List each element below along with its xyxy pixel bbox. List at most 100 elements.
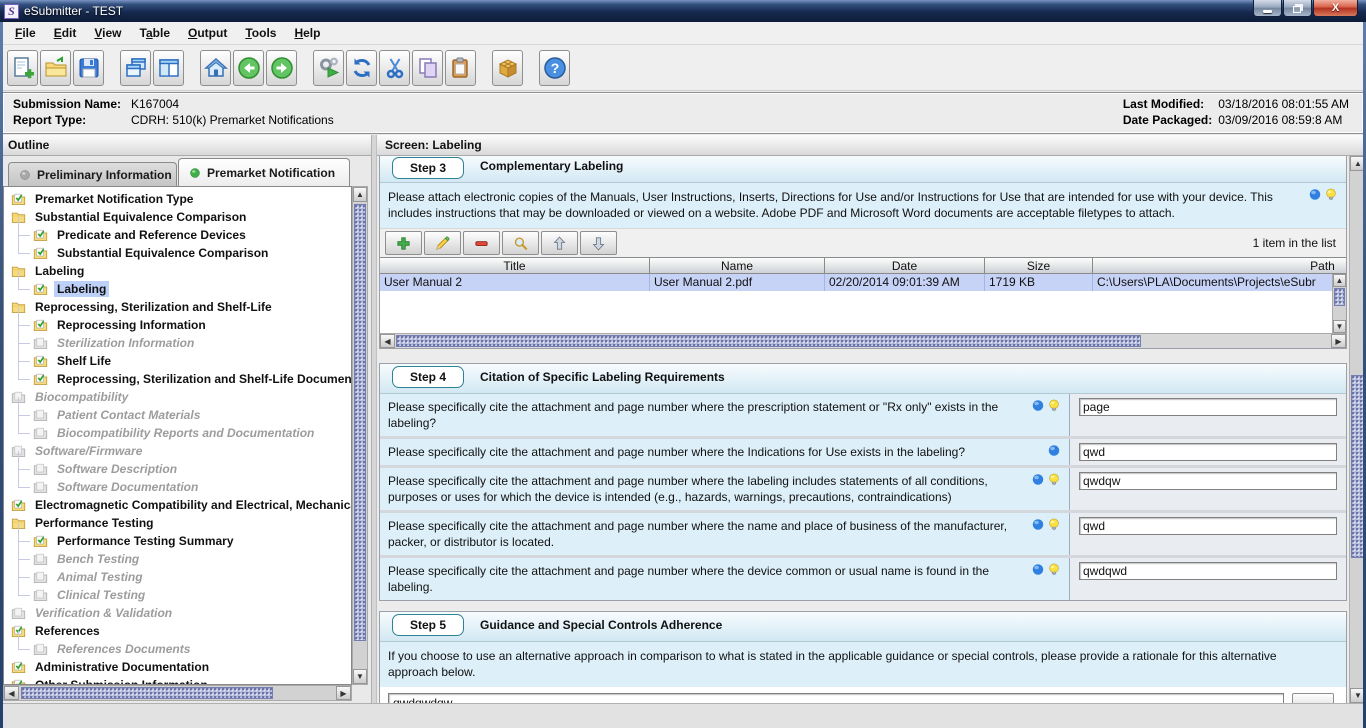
open-folder-button[interactable]	[40, 50, 71, 86]
tree-item[interactable]: Reprocessing, Sterilization and Shelf-Li…	[4, 298, 351, 316]
remove-button[interactable]	[463, 231, 500, 255]
folder-check-icon	[10, 192, 27, 207]
citation-input[interactable]	[1079, 562, 1337, 580]
column-header[interactable]: Date	[825, 258, 985, 273]
column-header[interactable]: Path	[1093, 258, 1346, 273]
citation-input[interactable]	[1079, 517, 1337, 535]
package-button[interactable]	[492, 50, 523, 86]
cascade-windows-button[interactable]	[120, 50, 151, 86]
move-up-button[interactable]	[541, 231, 578, 255]
tree-item[interactable]: Labeling	[4, 262, 351, 280]
move-down-button[interactable]	[580, 231, 617, 255]
step4-title: Citation of Specific Labeling Requiremen…	[480, 370, 725, 384]
table-horizontal-scrollbar[interactable]: ◀ ▶	[380, 333, 1346, 348]
tree-item[interactable]: Electromagnetic Compatibility and Electr…	[4, 496, 351, 514]
outline-tabs: Preliminary Information Premarket Notifi…	[0, 156, 371, 186]
menu-item-output[interactable]: Output	[179, 23, 236, 43]
copy-button[interactable]	[412, 50, 443, 86]
citation-input[interactable]	[1079, 443, 1337, 461]
close-button[interactable]: X	[1313, 0, 1358, 17]
scroll-thumb[interactable]	[21, 687, 273, 699]
tree-item[interactable]: Software Description	[4, 460, 351, 478]
table-header-row: TitleNameDateSizePath	[380, 257, 1346, 274]
tree-item[interactable]: Labeling	[4, 280, 351, 298]
esubmitter-window: S eSubmitter - TEST X FileEditViewTableO…	[0, 0, 1366, 728]
scroll-left-button[interactable]: ◀	[380, 334, 395, 348]
tree-item[interactable]: Reprocessing Information	[4, 316, 351, 334]
cut-button[interactable]	[379, 50, 410, 86]
tree-item[interactable]: Sterilization Information	[4, 334, 351, 352]
scroll-right-button[interactable]: ▶	[1331, 334, 1346, 348]
tree-item[interactable]: Performance Testing	[4, 514, 351, 532]
outline-horizontal-scrollbar[interactable]: ◀ ▶	[3, 685, 352, 701]
tree-item[interactable]: Bench Testing	[4, 550, 351, 568]
tree-item[interactable]: Clinical Testing	[4, 586, 351, 604]
scroll-left-button[interactable]: ◀	[4, 686, 19, 700]
column-header[interactable]: Name	[650, 258, 825, 273]
restore-button[interactable]	[1283, 0, 1312, 17]
tree-item[interactable]: Administrative Documentation	[4, 658, 351, 676]
back-button[interactable]	[233, 50, 264, 86]
save-button[interactable]	[73, 50, 104, 86]
scroll-thumb[interactable]	[396, 335, 1141, 347]
menu-item-view[interactable]: View	[85, 23, 130, 43]
minimize-button[interactable]	[1253, 0, 1282, 17]
tree-item[interactable]: References	[4, 622, 351, 640]
run-button[interactable]	[313, 50, 344, 86]
edit-button[interactable]	[424, 231, 461, 255]
scroll-down-button[interactable]: ▼	[353, 669, 367, 684]
menu-item-edit[interactable]: Edit	[45, 23, 86, 43]
tree-item[interactable]: Substantial Equivalence Comparison	[4, 208, 351, 226]
menu-item-table[interactable]: Table	[131, 23, 179, 43]
outline-vertical-scrollbar[interactable]: ▲ ▼	[352, 186, 368, 685]
expand-button[interactable]	[1292, 693, 1334, 703]
table-row[interactable]: User Manual 2User Manual 2.pdf02/20/2014…	[380, 274, 1346, 291]
tree-item[interactable]: Software Documentation	[4, 478, 351, 496]
tab-preliminary-information[interactable]: Preliminary Information	[8, 162, 177, 186]
home-button[interactable]	[200, 50, 231, 86]
scroll-thumb[interactable]	[1334, 288, 1345, 306]
column-header[interactable]: Size	[985, 258, 1093, 273]
tree-item[interactable]: Other Submission Information	[4, 676, 351, 685]
tab-premarket-notification[interactable]: Premarket Notification	[178, 158, 350, 186]
tree-item[interactable]: Software/Firmware	[4, 442, 351, 460]
menu-item-file[interactable]: File	[6, 23, 45, 43]
add-icon	[395, 235, 412, 252]
rationale-textarea[interactable]: qwdqwdqw	[388, 693, 1284, 703]
tree-item[interactable]: Shelf Life	[4, 352, 351, 370]
step5-description: If you choose to use an alternative appr…	[380, 642, 1346, 687]
tree-item[interactable]: Biocompatibility	[4, 388, 351, 406]
new-document-button[interactable]	[7, 50, 38, 86]
scroll-up-button[interactable]: ▲	[1333, 274, 1346, 287]
tree-item[interactable]: References Documents	[4, 640, 351, 658]
table-vertical-scrollbar[interactable]: ▲ ▼	[1332, 274, 1346, 333]
citation-input[interactable]	[1079, 472, 1337, 490]
menu-item-help[interactable]: Help	[285, 23, 329, 43]
scroll-down-button[interactable]: ▼	[1333, 320, 1346, 333]
scroll-up-button[interactable]: ▲	[353, 187, 367, 202]
tree-item[interactable]: Verification & Validation	[4, 604, 351, 622]
citation-input[interactable]	[1079, 398, 1337, 416]
split-view-button[interactable]	[153, 50, 184, 86]
scroll-thumb[interactable]	[354, 204, 366, 641]
tab-label: Preliminary Information	[37, 168, 172, 182]
scroll-right-button[interactable]: ▶	[336, 686, 351, 700]
tree-item[interactable]: Substantial Equivalence Comparison	[4, 244, 351, 262]
tree-item[interactable]: Premarket Notification Type	[4, 190, 351, 208]
question-hint-icons	[1047, 443, 1061, 458]
refresh-button[interactable]	[346, 50, 377, 86]
tree-item[interactable]: Performance Testing Summary	[4, 532, 351, 550]
paste-button[interactable]	[445, 50, 476, 86]
tree-item[interactable]: Animal Testing	[4, 568, 351, 586]
forward-button[interactable]	[266, 50, 297, 86]
info-icon	[1031, 562, 1045, 577]
tree-item[interactable]: Predicate and Reference Devices	[4, 226, 351, 244]
help-button[interactable]: ?	[539, 50, 570, 86]
view-button[interactable]	[502, 231, 539, 255]
menu-item-tools[interactable]: Tools	[236, 23, 285, 43]
tree-item[interactable]: Reprocessing, Sterilization and Shelf-Li…	[4, 370, 351, 388]
tree-item[interactable]: Patient Contact Materials	[4, 406, 351, 424]
tree-item[interactable]: Biocompatibility Reports and Documentati…	[4, 424, 351, 442]
column-header[interactable]: Title	[380, 258, 650, 273]
add-button[interactable]	[385, 231, 422, 255]
